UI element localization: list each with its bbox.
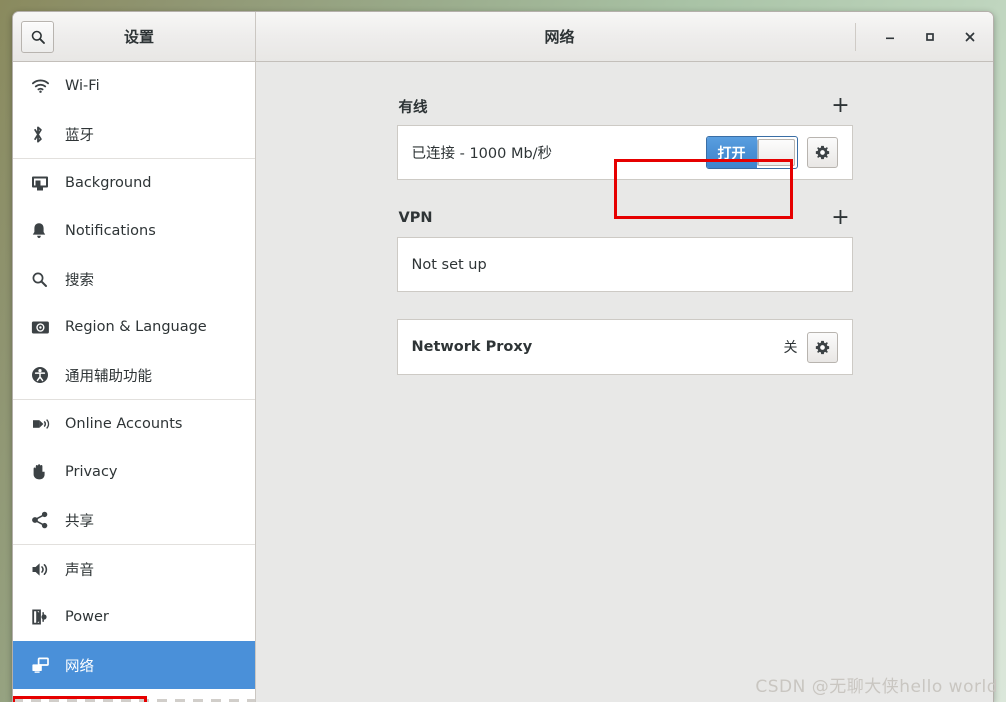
minimize-icon: [886, 37, 894, 39]
close-icon: [965, 32, 975, 41]
gear-icon: [815, 145, 829, 160]
header-bar: 设置 网络: [13, 12, 993, 62]
sidebar-item-label: Background: [65, 175, 152, 191]
sidebar-item-label: 共享: [65, 513, 94, 530]
close-button[interactable]: [953, 20, 987, 54]
power-plug-icon: [31, 608, 57, 626]
sidebar-item-sharing[interactable]: 共享: [13, 496, 255, 544]
maximize-button[interactable]: [913, 20, 947, 54]
wired-toggle-knob: [756, 139, 795, 166]
sidebar-item-label: 声音: [65, 562, 94, 579]
wired-connection-row: 已连接 - 1000 Mb/秒 打开: [396, 125, 853, 180]
sidebar-item-label: 通用辅助功能: [65, 368, 152, 385]
window-body: Wi-Fi 蓝牙 Background Notifications 搜索 Reg…: [13, 62, 993, 702]
share-icon: [31, 511, 57, 529]
proxy-settings-button[interactable]: [806, 331, 838, 363]
vpn-row[interactable]: Not set up: [396, 237, 853, 292]
wifi-icon: [31, 78, 57, 94]
wired-status-label: 已连接 - 1000 Mb/秒: [411, 146, 553, 162]
network-proxy-row: Network Proxy 关: [396, 319, 853, 375]
proxy-section: Network Proxy 关: [396, 319, 853, 375]
sidebar-item-privacy[interactable]: Privacy: [13, 448, 255, 496]
wired-section-title: 有线: [398, 99, 428, 116]
sidebar-item-label: Online Accounts: [65, 416, 183, 432]
sidebar-item-background[interactable]: Background: [13, 159, 255, 207]
vpn-section-header: VPN +: [397, 207, 853, 229]
sidebar-item-online-accounts[interactable]: Online Accounts: [13, 400, 255, 448]
minimize-button[interactable]: [873, 20, 907, 54]
search-button[interactable]: [21, 21, 54, 53]
sidebar-item-region-language[interactable]: Region & Language: [13, 303, 255, 351]
bell-icon: [31, 222, 57, 240]
sidebar-item-network[interactable]: 网络: [13, 641, 255, 689]
region-language-icon: [31, 320, 57, 335]
content-header: 网络: [256, 12, 993, 62]
window-controls: [855, 12, 987, 61]
wired-section-header: 有线 +: [397, 95, 853, 117]
sidebar-item-sound[interactable]: 声音: [13, 545, 255, 593]
watermark: CSDN @无聊大侠hello world: [755, 677, 998, 697]
sidebar-item-label: 蓝牙: [65, 127, 94, 144]
sidebar-item-label: Notifications: [65, 223, 156, 239]
add-vpn-button[interactable]: +: [831, 207, 851, 229]
network-icon: [31, 657, 57, 674]
sidebar-item-wifi[interactable]: Wi-Fi: [13, 62, 255, 110]
search-icon: [31, 30, 45, 44]
sidebar: Wi-Fi 蓝牙 Background Notifications 搜索 Reg…: [13, 62, 256, 702]
sidebar-item-notifications[interactable]: Notifications: [13, 207, 255, 255]
search-icon: [31, 271, 57, 288]
sidebar-header: 设置: [13, 12, 256, 62]
proxy-status-label: 关: [783, 340, 798, 356]
sidebar-item-label: 搜索: [65, 272, 94, 289]
sidebar-item-bluetooth[interactable]: 蓝牙: [13, 110, 255, 158]
sidebar-item-power[interactable]: Power: [13, 593, 255, 641]
network-content: 有线 + 已连接 - 1000 Mb/秒 打开 VPN + Not set up…: [256, 62, 993, 702]
settings-window: 设置 网络 Wi-Fi 蓝牙 Background Notifications …: [12, 11, 994, 702]
bluetooth-icon: [31, 125, 57, 144]
hand-icon: [31, 463, 57, 481]
speaker-icon: [31, 561, 57, 578]
network-proxy-label: Network Proxy: [411, 339, 533, 355]
wired-toggle-on-label: 打开: [706, 137, 757, 168]
wired-settings-button[interactable]: [806, 137, 838, 168]
accessibility-icon: [31, 366, 57, 384]
maximize-icon: [926, 32, 934, 41]
wired-section: 有线 + 已连接 - 1000 Mb/秒 打开: [396, 95, 853, 180]
vpn-status-label: Not set up: [411, 256, 487, 273]
wired-controls: 打开: [705, 136, 838, 169]
wired-toggle-switch[interactable]: 打开: [705, 136, 798, 169]
sidebar-item-search[interactable]: 搜索: [13, 255, 255, 303]
online-accounts-icon: [31, 416, 57, 432]
add-wired-button[interactable]: +: [831, 95, 851, 117]
sidebar-item-accessibility[interactable]: 通用辅助功能: [13, 351, 255, 399]
vpn-section-title: VPN: [398, 210, 433, 226]
proxy-controls: 关: [783, 331, 838, 363]
sidebar-item-label: Power: [65, 609, 109, 625]
sidebar-item-label: Wi-Fi: [65, 78, 100, 94]
sidebar-item-label: Privacy: [65, 464, 118, 480]
gear-icon: [815, 340, 829, 354]
sidebar-item-label: 网络: [65, 658, 94, 675]
sidebar-item-label: Region & Language: [65, 319, 207, 335]
vpn-section: VPN + Not set up: [396, 207, 853, 292]
background-icon: [31, 175, 57, 192]
